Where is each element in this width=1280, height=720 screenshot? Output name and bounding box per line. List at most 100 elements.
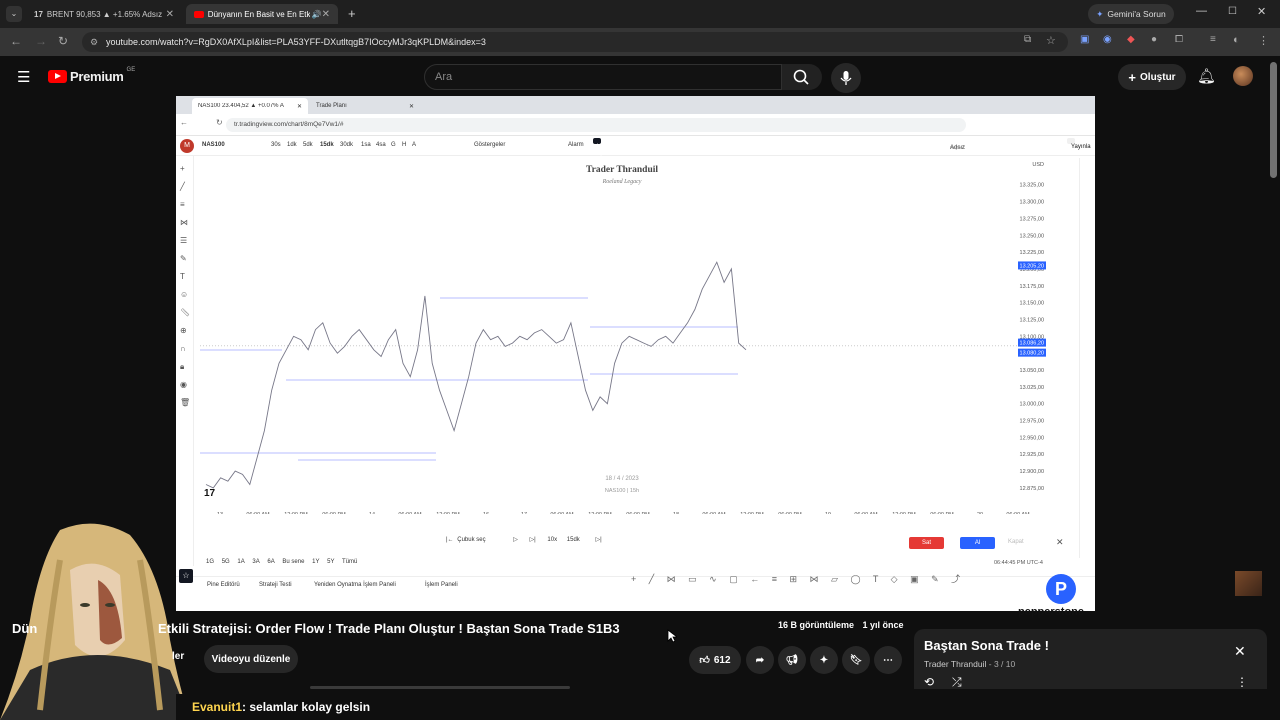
menu-dots-icon[interactable]: ⋮ bbox=[1258, 34, 1269, 47]
extensions-puzzle-icon[interactable]: ⧠ bbox=[1175, 34, 1183, 45]
thumbs-up-icon: 👍︎ bbox=[699, 655, 710, 666]
playlist-meta: Trader Thranduil - 3 / 10 bbox=[924, 659, 1016, 669]
microphone-icon bbox=[840, 71, 852, 85]
create-button[interactable]: + Oluştur bbox=[1118, 64, 1186, 90]
y-tick-label: 12.975,00 bbox=[1020, 419, 1044, 425]
y-tick-label: 13.125,00 bbox=[1020, 317, 1044, 323]
youtube-logo[interactable]: Premium GE bbox=[48, 67, 135, 84]
sell-button: Sat bbox=[909, 537, 944, 549]
speaker-icon[interactable]: 🔊 bbox=[312, 10, 322, 19]
edit-video-label: Videoyu düzenle bbox=[211, 653, 291, 665]
fib-icon: ☰ bbox=[180, 236, 188, 245]
maximize-icon[interactable]: ☐ bbox=[1228, 6, 1237, 17]
interval-5dk: 5dk bbox=[303, 142, 313, 148]
shuffle-icon[interactable]: ⤮ bbox=[952, 675, 962, 690]
site-info-icon[interactable]: ⚙ bbox=[90, 32, 98, 52]
extension-icon[interactable]: ● bbox=[1151, 34, 1157, 45]
tab-title: BRENT 90,853 ▲ +1.65% Adsız bbox=[46, 9, 163, 19]
share-button[interactable]: ➦ bbox=[746, 646, 774, 674]
x-tick-label: 12:00 PM bbox=[588, 512, 612, 514]
x-tick-label: 12:00 PM bbox=[436, 512, 460, 514]
playlist-channel[interactable]: Trader Thranduil bbox=[924, 659, 986, 669]
x-tick-label: 20 bbox=[977, 512, 983, 514]
close-playlist-icon[interactable]: ✕ bbox=[1234, 643, 1246, 660]
playlist-title[interactable]: Baştan Sona Trade ! bbox=[924, 638, 1049, 653]
close-icon[interactable]: ✕ bbox=[166, 9, 174, 20]
interval-a: A bbox=[412, 142, 417, 148]
loop-icon[interactable]: ⟲ bbox=[924, 675, 934, 689]
range-ytd: Bu sene bbox=[282, 559, 305, 565]
video-title: Etkili Stratejisi: Order Flow ! Trade Pl… bbox=[158, 621, 620, 636]
url-field[interactable]: ⚙ youtube.com/watch?v=RgDX0AfXLpI&list=P… bbox=[82, 32, 1068, 52]
chat-text: : selamlar kolay gelsin bbox=[242, 700, 371, 714]
ask-ai-button[interactable]: ✦ bbox=[810, 646, 838, 674]
extension-icon[interactable]: ◆ bbox=[1127, 34, 1135, 45]
y-tick-label: 12.900,00 bbox=[1020, 469, 1044, 475]
chart-center-date: 18 / 4 / 2023 bbox=[605, 476, 639, 482]
range-1g: 1G bbox=[206, 559, 215, 565]
x-tick-label: 06:00 PM bbox=[626, 512, 650, 514]
more-actions-button[interactable]: ⋯ bbox=[874, 646, 902, 674]
back-icon[interactable]: ← bbox=[10, 34, 22, 48]
reload-icon[interactable]: ↻ bbox=[58, 34, 68, 48]
profile-icon[interactable]: ◐ bbox=[1233, 34, 1240, 46]
playlist-menu-icon[interactable]: ⋮ bbox=[1236, 675, 1248, 689]
extension-icon[interactable]: ▣ bbox=[1080, 34, 1089, 45]
pepperstone-logo: P bbox=[1046, 574, 1076, 604]
range-6a: 6A bbox=[267, 559, 275, 565]
search-input[interactable]: Ara bbox=[424, 64, 782, 90]
new-tab-icon[interactable]: + bbox=[348, 6, 356, 21]
replay-label: Yeniden oynat bbox=[597, 144, 619, 156]
alarm-label: Alarm bbox=[568, 142, 584, 148]
forward-icon[interactable]: → bbox=[35, 34, 47, 48]
gemini-icon: ✦ bbox=[1096, 8, 1104, 19]
chat-user: Evanuit1 bbox=[192, 700, 243, 714]
window-close-icon[interactable]: ✕ bbox=[1257, 5, 1266, 18]
logo-text: Premium bbox=[70, 69, 124, 84]
x-tick-label: 06:00 AM bbox=[246, 512, 270, 514]
notifications-bell-icon[interactable]: 🔔︎ bbox=[1197, 67, 1216, 85]
reading-list-icon[interactable]: ≡ bbox=[1210, 34, 1216, 45]
hamburger-menu-icon[interactable]: ☰ bbox=[17, 68, 30, 86]
brush-icon: ✎ bbox=[180, 254, 187, 263]
save-button[interactable]: 🔖︎ bbox=[842, 646, 870, 674]
close-icon[interactable]: ✕ bbox=[322, 9, 330, 20]
tv-top-toolbar: M NAS100 30s 1dk 5dk 15dk 30dk 1sa 4sa G… bbox=[176, 136, 1095, 156]
bookmark-star-icon[interactable]: ☆ bbox=[1046, 34, 1056, 47]
trendline-icon: ╱ bbox=[180, 182, 185, 191]
tab-youtube[interactable]: Dünyanın En Basit ve En Etk 🔊 ✕ bbox=[186, 4, 338, 24]
save-sub: Kaydet bbox=[950, 145, 965, 150]
cast-icon[interactable]: ⧉ bbox=[1024, 34, 1031, 45]
extension-icon[interactable]: ◉ bbox=[1103, 34, 1112, 45]
ruler-icon: 📏︎ bbox=[180, 308, 191, 317]
voice-search-button[interactable] bbox=[831, 63, 861, 93]
bar-select-label: Çubuk seç bbox=[457, 537, 486, 543]
gemini-label: Gemini'a Sorun bbox=[1107, 9, 1166, 19]
bookmark-icon: 🔖︎ bbox=[849, 654, 863, 666]
search-button[interactable] bbox=[782, 64, 822, 90]
tradingview-watermark-icon: 17 bbox=[204, 488, 216, 499]
edit-video-button[interactable]: Videoyu düzenle bbox=[204, 645, 298, 673]
x-tick-label: 19 bbox=[825, 512, 831, 514]
playlist-position: 3 / 10 bbox=[993, 659, 1016, 669]
sparkle-icon: ✦ bbox=[819, 654, 829, 666]
symbol-label: NAS100 bbox=[202, 142, 225, 148]
x-tick-label: 06:00 AM bbox=[1006, 512, 1030, 514]
range-1y: 1Y bbox=[312, 559, 320, 565]
like-button[interactable]: 👍︎ 612 bbox=[689, 646, 741, 674]
avatar[interactable] bbox=[1233, 66, 1253, 86]
inner-tab-title: NAS100 23.404,52 ▲ +0.07% A bbox=[198, 103, 284, 109]
video-player[interactable]: NAS100 23.404,52 ▲ +0.07% A ✕ Trade Planı… bbox=[176, 96, 1095, 611]
tab-search-icon[interactable]: ⌄ bbox=[6, 6, 22, 22]
tab-brent[interactable]: 17 BRENT 90,853 ▲ +1.65% Adsız ✕ bbox=[26, 4, 182, 24]
promote-button[interactable]: 📢︎ bbox=[778, 646, 806, 674]
y-tick-label: 13.300,00 bbox=[1020, 200, 1044, 206]
buy-button: Al bbox=[960, 537, 995, 549]
gemini-button[interactable]: ✦ Gemini'a Sorun bbox=[1088, 4, 1174, 24]
inner-tab-nas100: NAS100 23.404,52 ▲ +0.07% A ✕ bbox=[192, 98, 308, 114]
x-tick-label: 17 bbox=[521, 512, 527, 514]
plus-icon: + bbox=[1128, 69, 1137, 85]
page-scrollbar[interactable] bbox=[1270, 62, 1277, 178]
minimize-icon[interactable]: — bbox=[1196, 5, 1207, 17]
streamer-portrait bbox=[0, 523, 190, 720]
